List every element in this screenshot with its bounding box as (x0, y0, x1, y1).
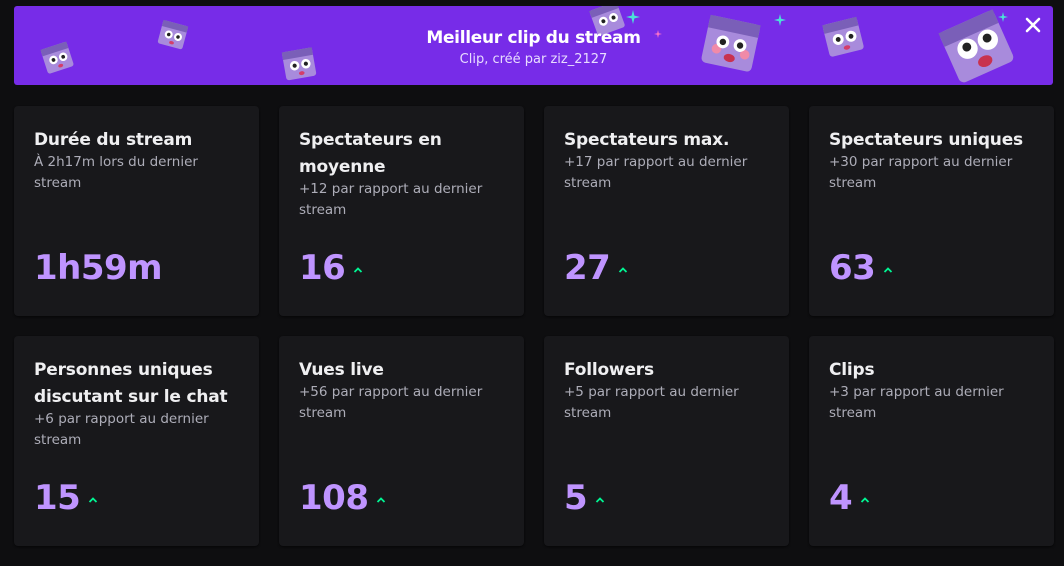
stat-title: Followers (564, 360, 654, 380)
banner-title: Meilleur clip du stream (426, 28, 641, 48)
stat-comparison: +5 par rapport au dernier stream (564, 384, 739, 421)
stat-value: 108 (299, 478, 369, 518)
trend-up-icon (89, 497, 98, 503)
close-button[interactable] (1019, 11, 1047, 39)
stat-title: Clips (829, 360, 875, 380)
sparkle-icon (774, 14, 786, 26)
stat-title: Personnes uniques discutant sur le chat (34, 360, 228, 407)
stat-title: Spectateurs max. (564, 130, 730, 150)
stat-value-row: 15 (34, 477, 98, 519)
trend-up-icon (354, 267, 363, 273)
stat-value: 63 (829, 248, 876, 288)
stat-value-row: 63 (829, 247, 893, 289)
trend-up-icon (861, 497, 870, 503)
stat-card-stream-duration: Durée du stream À 2h17m lors du dernier … (14, 106, 259, 316)
stat-comparison: +30 par rapport au dernier stream (829, 154, 1013, 191)
trend-up-icon (596, 497, 605, 503)
best-clip-banner[interactable]: Meilleur clip du stream Clip, créé par z… (14, 6, 1053, 85)
stat-card-clips: Clips +3 par rapport au dernier stream 4 (809, 336, 1054, 546)
trend-up-icon (377, 497, 386, 503)
stat-value: 16 (299, 248, 346, 288)
trend-up-icon (619, 267, 628, 273)
stat-comparison: +12 par rapport au dernier stream (299, 181, 483, 218)
close-icon (1025, 17, 1041, 33)
stat-value: 27 (564, 248, 611, 288)
stat-comparison: +56 par rapport au dernier stream (299, 384, 483, 421)
stat-value-row: 16 (299, 247, 363, 289)
sparkle-icon (998, 12, 1008, 22)
trend-up-icon (884, 267, 893, 273)
stat-card-followers: Followers +5 par rapport au dernier stre… (544, 336, 789, 546)
stat-title: Vues live (299, 360, 384, 380)
stat-value: 5 (564, 478, 588, 518)
stat-value-row: 1h59m (34, 247, 163, 289)
sparkle-icon (626, 10, 640, 24)
stat-card-live-views: Vues live +56 par rapport au dernier str… (279, 336, 524, 546)
stat-comparison: +17 par rapport au dernier stream (564, 154, 748, 191)
stat-value-row: 108 (299, 477, 386, 519)
stat-value: 15 (34, 478, 81, 518)
banner-subtitle: Clip, créé par ziz_2127 (459, 52, 608, 67)
stat-value: 4 (829, 478, 853, 518)
stat-comparison: +3 par rapport au dernier stream (829, 384, 1004, 421)
stat-title: Durée du stream (34, 130, 193, 150)
stat-comparison: À 2h17m lors du dernier stream (34, 154, 198, 191)
stat-card-average-viewers: Spectateurs en moyenne +12 par rapport a… (279, 106, 524, 316)
stat-title: Spectateurs en moyenne (299, 130, 442, 177)
stat-value-row: 4 (829, 477, 870, 519)
stat-card-unique-chatters: Personnes uniques discutant sur le chat … (14, 336, 259, 546)
stat-title: Spectateurs uniques (829, 130, 1023, 150)
stat-value-row: 5 (564, 477, 605, 519)
stat-value: 1h59m (34, 248, 163, 288)
stat-value-row: 27 (564, 247, 628, 289)
stat-comparison: +6 par rapport au dernier stream (34, 411, 209, 448)
stat-card-unique-viewers: Spectateurs uniques +30 par rapport au d… (809, 106, 1054, 316)
stat-card-max-viewers: Spectateurs max. +17 par rapport au dern… (544, 106, 789, 316)
